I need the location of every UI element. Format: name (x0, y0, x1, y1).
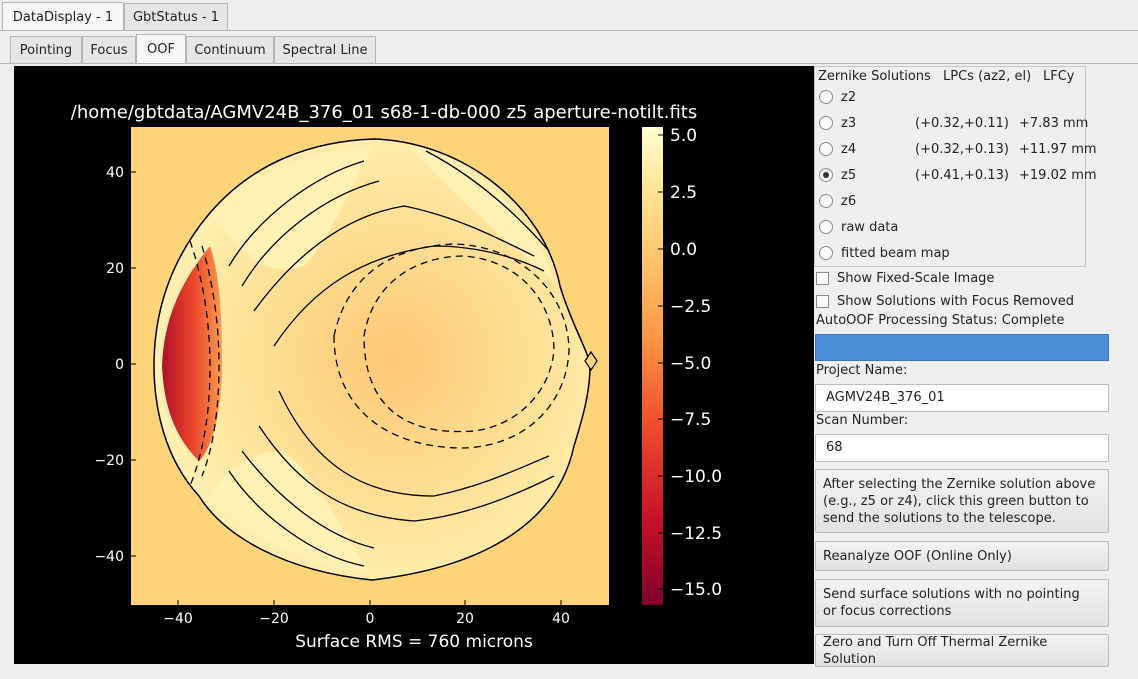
checkbox-focus-removed[interactable]: Show Solutions with Focus Removed (816, 290, 1074, 312)
send-surface-solutions-label: Send surface solutions with no pointing … (823, 587, 1080, 619)
radio-label: z2 (841, 89, 857, 105)
tab-oof-label: OOF (147, 42, 175, 57)
radio-button[interactable] (819, 116, 833, 130)
x-tick-label: −20 (259, 611, 289, 627)
colorbar-tick-label: −15.0 (670, 580, 722, 600)
x-tick-label: 0 (366, 611, 375, 627)
radio-button-selected[interactable] (819, 168, 833, 182)
radio-fitted-beam-map[interactable]: fitted beam map (819, 242, 950, 264)
x-tick-label: 20 (456, 611, 474, 627)
plot-title: /home/gbtdata/AGMV24B_376_01 s68-1-db-00… (71, 102, 697, 123)
tab-datadisplay-label: DataDisplay - 1 (12, 9, 114, 25)
tab-continuum-label: Continuum (194, 42, 266, 58)
checkbox[interactable] (816, 294, 829, 308)
radio-label: z6 (841, 193, 857, 209)
tab-gbtstatus-label: GbtStatus - 1 (132, 9, 220, 25)
zernike-solutions-header: Zernike Solutions (818, 69, 931, 84)
radio-z4[interactable]: z4 (+0.32,+0.13) +11.97 mm (819, 138, 1097, 160)
colorbar-tick-label: 5.0 (670, 126, 697, 146)
lfc-value: +7.83 mm (1019, 115, 1089, 131)
project-name-field[interactable]: AGMV24B_376_01 (815, 384, 1109, 412)
lfcy-header: LFCy (1043, 69, 1075, 84)
processing-status-label: AutoOOF Processing Status: Complete (816, 313, 1065, 328)
tab-focus[interactable]: Focus (82, 36, 136, 63)
lpc-value: (+0.32,+0.11) (915, 115, 1009, 131)
radio-label: z5 (841, 167, 857, 183)
y-tick-label: −20 (94, 453, 124, 469)
y-tick-label: 40 (106, 165, 124, 181)
radio-z2[interactable]: z2 (819, 86, 856, 108)
checkbox-fixed-scale[interactable]: Show Fixed-Scale Image (816, 267, 994, 289)
tab-spectral-line[interactable]: Spectral Line (274, 36, 376, 63)
checkbox-label: Show Solutions with Focus Removed (837, 293, 1075, 309)
radio-button[interactable] (819, 194, 833, 208)
tab-datadisplay[interactable]: DataDisplay - 1 (2, 2, 124, 31)
send-solutions-button[interactable]: After selecting the Zernike solution abo… (815, 469, 1109, 533)
lfc-value: +11.97 mm (1019, 141, 1097, 157)
colorbar-tick-label: −5.0 (670, 354, 711, 374)
processing-progress-bar (815, 334, 1109, 361)
radio-button[interactable] (819, 246, 833, 260)
colorbar-tick-label: 0.0 (670, 240, 697, 260)
tab-gbtstatus[interactable]: GbtStatus - 1 (124, 3, 228, 30)
radio-label: z4 (841, 141, 857, 157)
checkbox[interactable] (816, 271, 829, 285)
lpcs-header: LPCs (az2, el) (943, 69, 1032, 84)
send-solutions-label: After selecting the Zernike solution abo… (823, 476, 1096, 526)
y-tick-label: 0 (115, 357, 124, 373)
project-name-value: AGMV24B_376_01 (826, 390, 945, 405)
y-tick-label: −40 (94, 549, 124, 565)
colorbar-tick-label: −12.5 (670, 524, 722, 544)
tab-pointing-label: Pointing (19, 42, 73, 58)
zernike-solutions-group: Zernike Solutions LPCs (az2, el) LFCy z2… (814, 66, 1097, 267)
radio-button[interactable] (819, 90, 833, 104)
scan-number-field[interactable]: 68 (815, 434, 1109, 462)
radio-z5[interactable]: z5 (+0.41,+0.13) +19.02 mm (819, 164, 1097, 186)
lpc-value: (+0.41,+0.13) (915, 167, 1009, 183)
project-name-label: Project Name: (816, 363, 908, 378)
oof-aperture-plot: /home/gbtdata/AGMV24B_376_01 s68-1-db-00… (14, 66, 814, 664)
lpc-value: (+0.32,+0.13) (915, 141, 1009, 157)
scan-number-label: Scan Number: (816, 413, 909, 428)
tab-pointing[interactable]: Pointing (10, 36, 82, 63)
reanalyze-oof-label: Reanalyze OOF (Online Only) (823, 548, 1012, 564)
tab-continuum[interactable]: Continuum (186, 36, 274, 63)
radio-raw-data[interactable]: raw data (819, 216, 898, 238)
x-tick-label: −40 (163, 611, 193, 627)
y-tick-label: 20 (106, 261, 124, 277)
reanalyze-oof-button[interactable]: Reanalyze OOF (Online Only) (815, 541, 1109, 571)
radio-z3[interactable]: z3 (+0.32,+0.11) +7.83 mm (819, 112, 1089, 134)
oof-control-panel: Zernike Solutions LPCs (az2, el) LFCy z2… (814, 64, 1138, 679)
colorbar-tick-label: 2.5 (670, 183, 697, 203)
colorbar-tick-label: −2.5 (670, 297, 711, 317)
lfc-value: +19.02 mm (1019, 167, 1097, 183)
radio-z6[interactable]: z6 (819, 190, 856, 212)
colorbar-tick-label: −10.0 (670, 467, 722, 487)
radio-label: fitted beam map (841, 245, 950, 261)
tab-focus-label: Focus (90, 42, 128, 58)
zero-thermal-zernike-button[interactable]: Zero and Turn Off Thermal Zernike Soluti… (815, 634, 1109, 667)
aperture-map-figure: /home/gbtdata/AGMV24B_376_01 s68-1-db-00… (71, 102, 722, 652)
checkbox-label: Show Fixed-Scale Image (837, 270, 995, 286)
tab-spectral-line-label: Spectral Line (282, 42, 368, 58)
x-tick-label: 40 (552, 611, 570, 627)
zero-thermal-zernike-label: Zero and Turn Off Thermal Zernike Soluti… (823, 634, 1048, 667)
radio-button[interactable] (819, 220, 833, 234)
tab-bar-divider (0, 30, 1138, 31)
colorbar-tick-label: −7.5 (670, 410, 711, 430)
scan-number-value: 68 (826, 440, 843, 455)
surface-rms-caption: Surface RMS = 760 microns (295, 632, 533, 652)
radio-label: z3 (841, 115, 857, 131)
tab-oof[interactable]: OOF (136, 34, 186, 64)
radio-button[interactable] (819, 142, 833, 156)
send-surface-solutions-button[interactable]: Send surface solutions with no pointing … (815, 579, 1109, 627)
radio-label: raw data (841, 219, 899, 235)
